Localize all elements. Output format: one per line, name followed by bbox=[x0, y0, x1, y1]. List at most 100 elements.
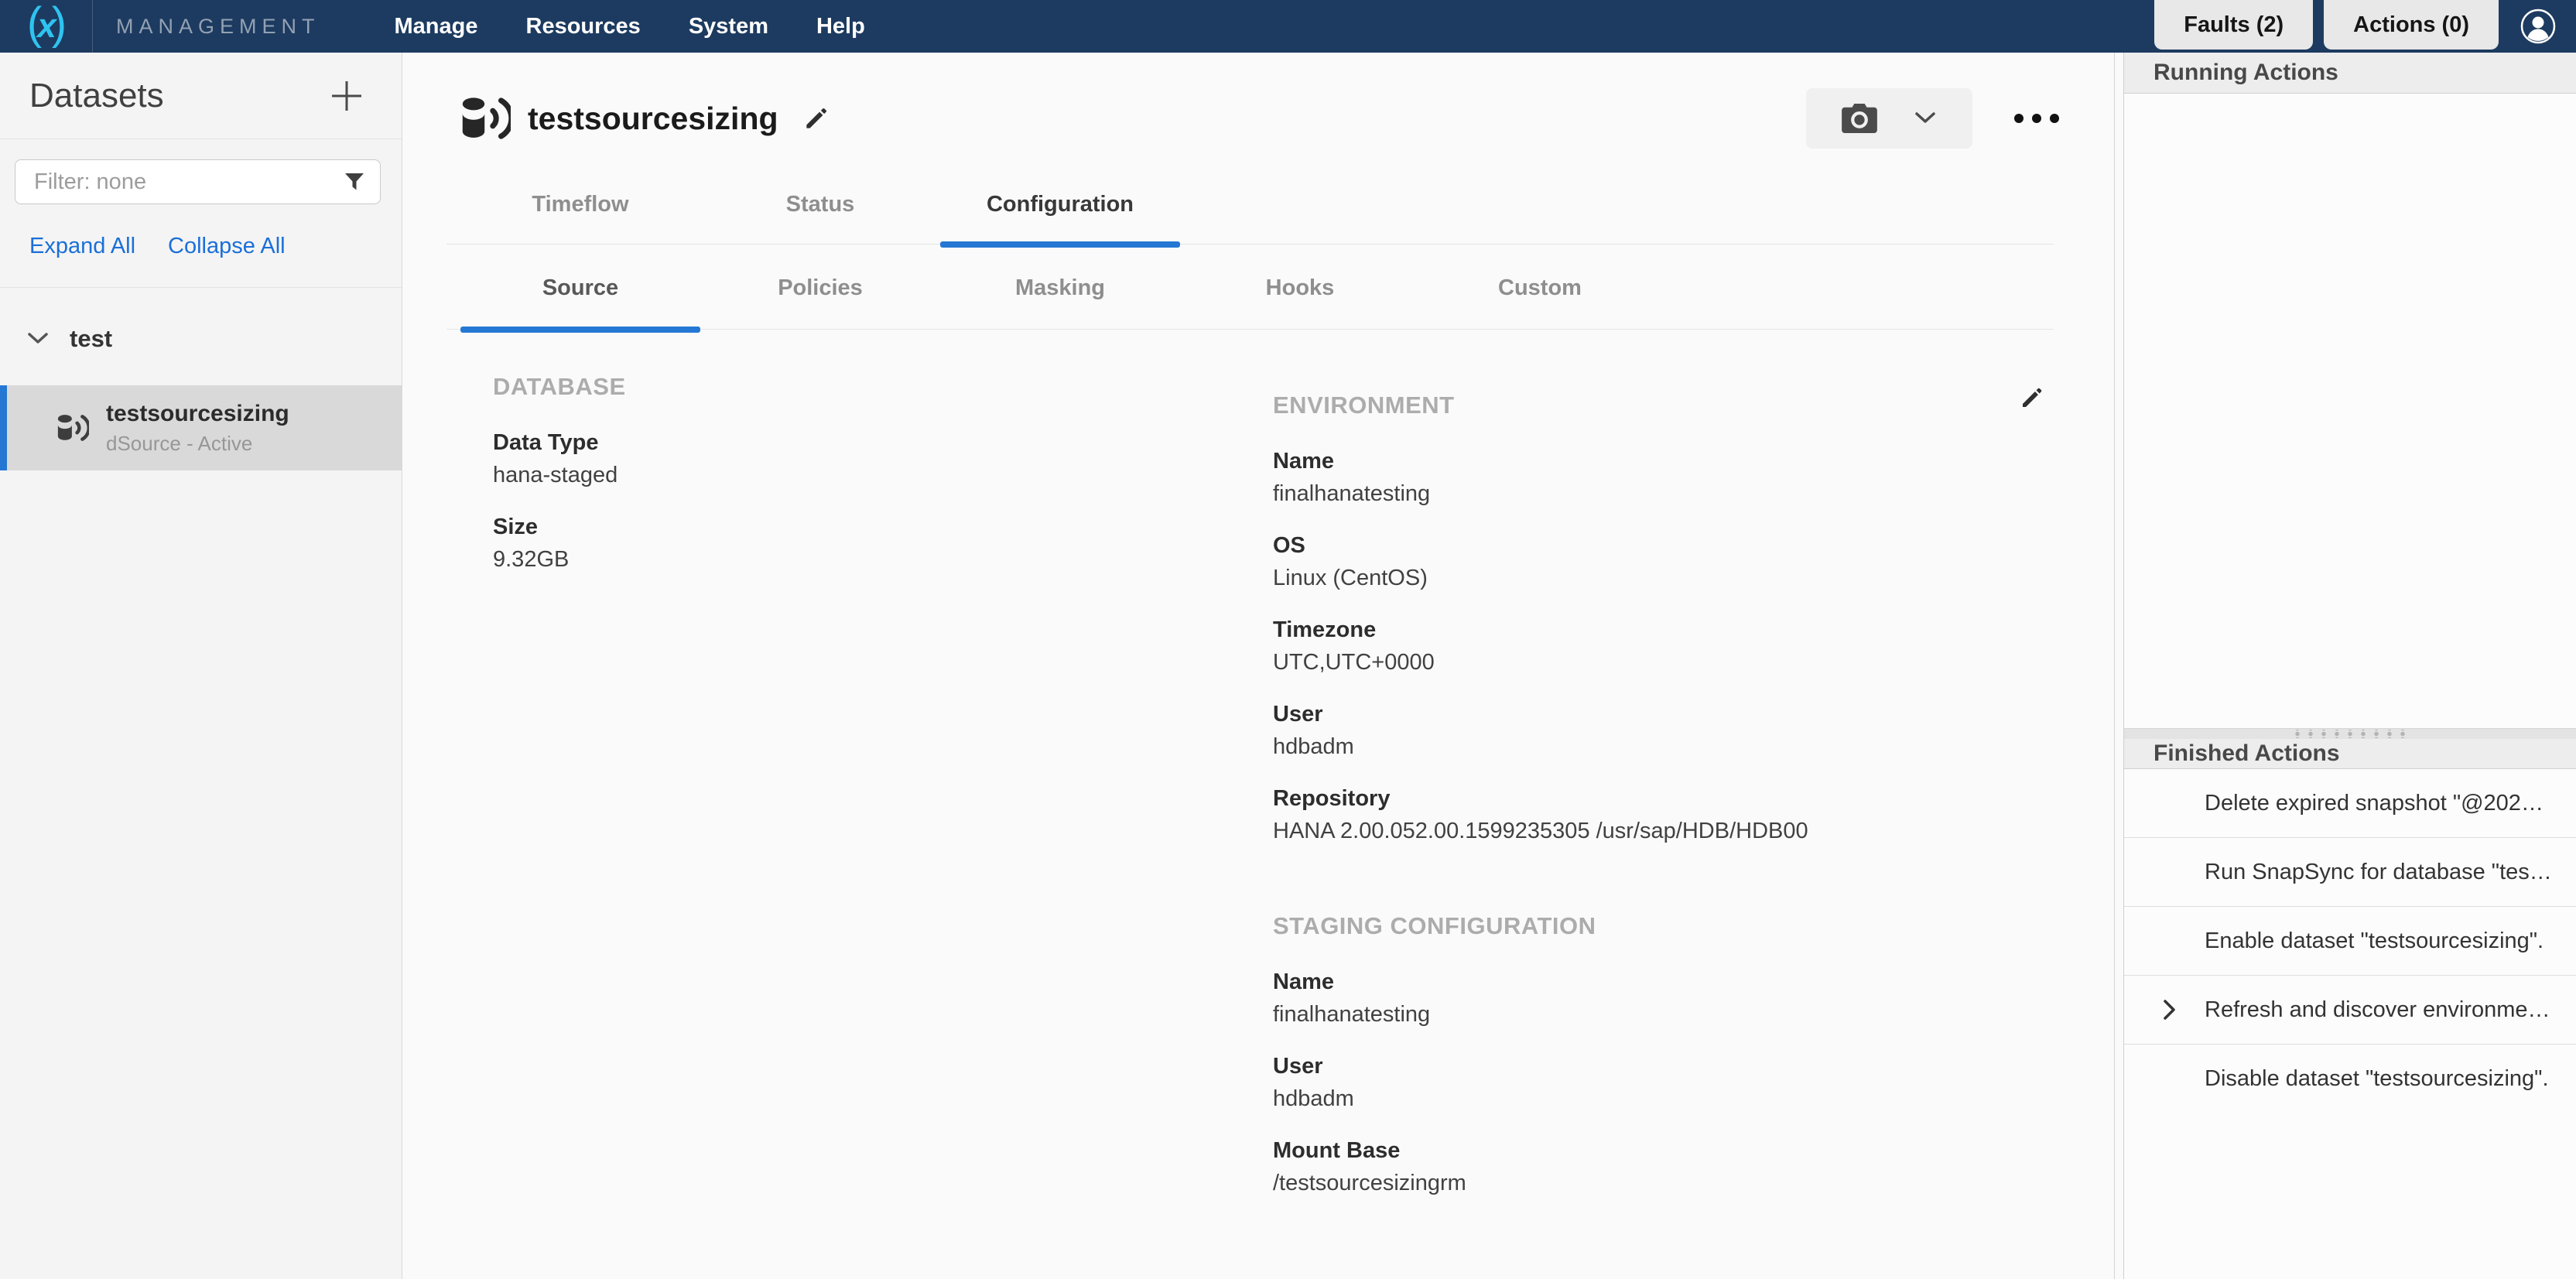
finished-actions-title: Finished Actions bbox=[2154, 740, 2340, 767]
sidebar-header: Datasets bbox=[0, 53, 402, 139]
chevron-down-icon[interactable] bbox=[26, 331, 50, 347]
dsource-icon bbox=[461, 96, 511, 141]
sidebar-title: Datasets bbox=[29, 77, 164, 115]
tab-status[interactable]: Status bbox=[700, 192, 940, 244]
expand-action-toggle[interactable] bbox=[2161, 998, 2205, 1021]
plus-icon bbox=[329, 78, 364, 114]
more-actions-menu[interactable] bbox=[2011, 106, 2062, 131]
finished-actions-list: Delete expired snapshot "@2023-0… Run Sn… bbox=[2124, 769, 2576, 1113]
nav-item-system[interactable]: System bbox=[684, 14, 773, 39]
delphix-logo-icon: (x) bbox=[27, 4, 65, 49]
collapse-all-link[interactable]: Collapse All bbox=[168, 234, 286, 259]
tab-timeflow[interactable]: Timeflow bbox=[460, 192, 700, 244]
field-env-timezone: Timezone UTC,UTC+0000 bbox=[1273, 617, 2052, 675]
expand-all-link[interactable]: Expand All bbox=[29, 234, 135, 259]
camera-icon bbox=[1842, 103, 1877, 134]
field-staging-mount-base: Mount Base /testsourcesizingrm bbox=[1273, 1138, 2052, 1196]
staging-configuration-section: STAGING CONFIGURATION Name finalhanatest… bbox=[1273, 912, 2052, 1196]
database-section-title: DATABASE bbox=[493, 373, 1273, 401]
database-section: DATABASE Data Type hana-staged Size 9.32… bbox=[493, 373, 1273, 1223]
ellipsis-icon bbox=[2050, 114, 2059, 123]
delphix-logo[interactable]: (x) bbox=[0, 0, 93, 53]
field-label: User bbox=[1273, 1054, 2052, 1079]
field-env-name: Name finalhanatesting bbox=[1273, 449, 2052, 507]
faults-button[interactable]: Faults (2) bbox=[2154, 0, 2313, 50]
dataset-group-test[interactable]: test bbox=[0, 288, 402, 353]
field-staging-user: User hdbadm bbox=[1273, 1054, 2052, 1112]
field-label: Data Type bbox=[493, 430, 1273, 456]
subtab-source[interactable]: Source bbox=[460, 275, 700, 329]
field-data-type: Data Type hana-staged bbox=[493, 430, 1273, 488]
field-value: UTC,UTC+0000 bbox=[1273, 650, 2052, 675]
tree-controls: Expand All Collapse All bbox=[29, 234, 402, 259]
field-label: Timezone bbox=[1273, 617, 2052, 643]
field-label: Name bbox=[1273, 970, 2052, 995]
user-menu[interactable] bbox=[2509, 0, 2576, 53]
drag-grip-icon bbox=[2292, 730, 2408, 738]
app-body: Datasets Expand All Collapse All bbox=[0, 53, 2576, 1279]
dataset-item-texts: testsourcesizing dSource - Active bbox=[106, 401, 289, 456]
field-value: 9.32GB bbox=[493, 547, 1273, 573]
finished-action-label: Enable dataset "testsourcesizing". bbox=[2205, 928, 2544, 954]
main-header: testsourcesizing bbox=[402, 53, 2114, 149]
subtab-policies[interactable]: Policies bbox=[700, 275, 940, 329]
dataset-item-testsourcesizing[interactable]: testsourcesizing dSource - Active bbox=[0, 385, 402, 470]
running-actions-header: Running Actions bbox=[2124, 53, 2576, 94]
dataset-group-label: test bbox=[70, 325, 112, 353]
field-size: Size 9.32GB bbox=[493, 515, 1273, 573]
ellipsis-icon bbox=[2014, 114, 2024, 123]
subtab-hooks[interactable]: Hooks bbox=[1180, 275, 1420, 329]
chevron-right-icon bbox=[2161, 998, 2178, 1021]
finished-actions-header: Finished Actions bbox=[2124, 739, 2576, 769]
field-label: User bbox=[1273, 702, 2052, 727]
subtab-custom[interactable]: Custom bbox=[1420, 275, 1660, 329]
environment-section-title: ENVIRONMENT bbox=[1273, 392, 2052, 419]
finished-action-row[interactable]: Disable dataset "testsourcesizing". bbox=[2124, 1045, 2576, 1113]
datasets-sidebar: Datasets Expand All Collapse All bbox=[0, 53, 402, 1279]
dataset-item-status: dSource - Active bbox=[106, 432, 289, 456]
filter-funnel-icon[interactable] bbox=[344, 171, 365, 197]
field-label: Mount Base bbox=[1273, 1138, 2052, 1164]
rename-dataset-button[interactable] bbox=[802, 104, 831, 133]
finished-action-row[interactable]: Delete expired snapshot "@2023-0… bbox=[2124, 769, 2576, 838]
field-value: hdbadm bbox=[1273, 1086, 2052, 1112]
staging-section-title: STAGING CONFIGURATION bbox=[1273, 912, 2052, 940]
field-label: Name bbox=[1273, 449, 2052, 474]
field-env-user: User hdbadm bbox=[1273, 702, 2052, 760]
field-label: OS bbox=[1273, 533, 2052, 559]
panel-resize-handle[interactable] bbox=[2124, 728, 2576, 739]
user-avatar-icon bbox=[2520, 9, 2556, 44]
pencil-icon bbox=[2018, 384, 2046, 412]
actions-button[interactable]: Actions (0) bbox=[2324, 0, 2499, 50]
finished-action-row[interactable]: Enable dataset "testsourcesizing". bbox=[2124, 907, 2576, 976]
tab-configuration[interactable]: Configuration bbox=[940, 192, 1180, 244]
main-tabs: Timeflow Status Configuration bbox=[460, 192, 2114, 244]
finished-action-label: Delete expired snapshot "@2023-0… bbox=[2205, 791, 2553, 816]
filter-input[interactable] bbox=[15, 159, 381, 204]
nav-item-manage[interactable]: Manage bbox=[390, 14, 483, 39]
finished-action-row[interactable]: Refresh and discover environment … bbox=[2124, 976, 2576, 1045]
edit-environment-button[interactable] bbox=[2018, 384, 2046, 416]
actions-panel: Running Actions Finished Actions Delete … bbox=[2123, 53, 2576, 1279]
nav-item-help[interactable]: Help bbox=[812, 14, 870, 39]
field-label: Size bbox=[493, 515, 1273, 540]
running-actions-list-empty bbox=[2124, 94, 2576, 728]
finished-action-row[interactable]: Run SnapSync for database "tests… bbox=[2124, 838, 2576, 907]
nav-menu: Manage Resources System Help bbox=[390, 0, 870, 53]
dsource-icon bbox=[56, 414, 89, 442]
nav-right-cluster: Faults (2) Actions (0) bbox=[2154, 0, 2576, 53]
add-dataset-button[interactable] bbox=[329, 78, 364, 114]
field-env-repository: Repository HANA 2.00.052.00.1599235305 /… bbox=[1273, 786, 2052, 844]
snapshot-button[interactable] bbox=[1806, 88, 1972, 149]
main-panel: testsourcesizing Timefl bbox=[402, 53, 2115, 1279]
finished-action-label: Disable dataset "testsourcesizing". bbox=[2205, 1066, 2549, 1092]
pencil-icon bbox=[802, 104, 831, 133]
nav-item-resources[interactable]: Resources bbox=[522, 14, 645, 39]
field-value: /testsourcesizingrm bbox=[1273, 1171, 2052, 1196]
ellipsis-icon bbox=[2032, 114, 2041, 123]
field-value: hdbadm bbox=[1273, 734, 2052, 760]
field-value: finalhanatesting bbox=[1273, 1002, 2052, 1028]
subtab-masking[interactable]: Masking bbox=[940, 275, 1180, 329]
source-content: DATABASE Data Type hana-staged Size 9.32… bbox=[402, 330, 2114, 1223]
field-value: hana-staged bbox=[493, 463, 1273, 488]
